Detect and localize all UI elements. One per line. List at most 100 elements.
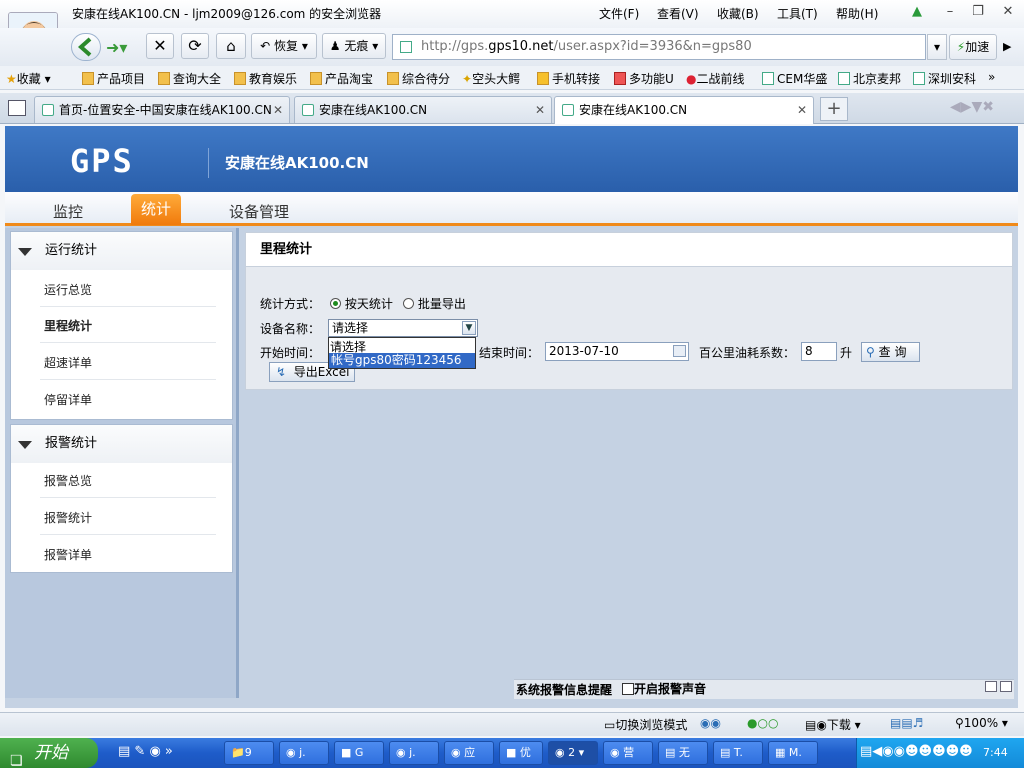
menu-favorites[interactable]: 收藏(B): [717, 5, 759, 22]
taskbar-item[interactable]: ◉ j.: [279, 741, 329, 765]
go-icon[interactable]: ▶: [1003, 40, 1011, 53]
excel-icon: ▦: [775, 746, 786, 759]
fav-more-icon[interactable]: »: [988, 70, 995, 84]
menu-view[interactable]: 查看(V): [657, 5, 699, 22]
start-button[interactable]: ❏ 开始: [0, 738, 98, 768]
app-icon: ◉: [610, 746, 620, 759]
download-button[interactable]: ▤◉下载 ▾: [805, 716, 861, 733]
taskbar-item[interactable]: ◉ j.: [389, 741, 439, 765]
end-time-input[interactable]: 2013-07-10: [545, 342, 689, 361]
fuel-input[interactable]: 8: [801, 342, 837, 361]
taskbar-item[interactable]: ◉ 营: [603, 741, 653, 765]
tab-3-active[interactable]: 安康在线AK100.CN ✕: [554, 96, 814, 124]
menu-help[interactable]: 帮助(H): [836, 5, 878, 22]
checkbox-icon: [622, 683, 634, 695]
device-select[interactable]: 请选择 ▼: [328, 319, 478, 337]
restore-button[interactable]: ↶ 恢复 ▾: [251, 33, 317, 59]
tab-close-icon[interactable]: ✕: [273, 97, 283, 123]
calendar-icon[interactable]: [673, 345, 686, 357]
device-label: 设备名称：: [260, 322, 321, 336]
favorites-menu[interactable]: ★收藏 ▾: [6, 70, 51, 87]
folder-icon: [387, 72, 399, 85]
sidebar-toggle-icon[interactable]: [8, 100, 26, 116]
sidebar-item-alarm-overview[interactable]: 报警总览: [44, 472, 92, 489]
page-icon: [762, 72, 774, 85]
taskbar-item[interactable]: ▦ M.: [768, 741, 818, 765]
sidebar-item-alarm-details[interactable]: 报警详单: [44, 546, 92, 563]
fav-item[interactable]: 产品项目: [82, 70, 145, 87]
app-icon: ■: [506, 746, 517, 759]
query-button[interactable]: ⚲ 查 询: [861, 342, 920, 362]
maximize-button[interactable]: ❐: [968, 4, 988, 22]
ie-icon[interactable]: ◉◉: [700, 716, 721, 730]
taskbar-item[interactable]: ▤ 无: [658, 741, 708, 765]
fav-item[interactable]: 教育娱乐: [234, 70, 297, 87]
toggle-icon[interactable]: ●○○: [747, 716, 778, 730]
fav-item[interactable]: 北京麦邦: [838, 70, 901, 87]
divider: [40, 306, 216, 307]
fav-item[interactable]: 查询大全: [158, 70, 221, 87]
menu-monitor[interactable]: 监控: [53, 201, 83, 222]
fav-item[interactable]: ●二战前线: [686, 70, 745, 87]
chevron-down-icon[interactable]: ▼: [462, 321, 476, 335]
fav-item[interactable]: 手机转接: [537, 70, 600, 87]
sidebar-item-alarm-stats[interactable]: 报警统计: [44, 509, 92, 526]
forward-icon[interactable]: ➜▾: [106, 38, 127, 57]
close-button[interactable]: ✕: [998, 4, 1018, 22]
menu-stats-active[interactable]: 统计: [131, 194, 181, 225]
tab-nav-icons[interactable]: ◀▶▼✖: [950, 99, 994, 115]
notrace-button[interactable]: ♟ 无痕 ▾: [322, 33, 386, 59]
fav-item[interactable]: CEM华盛: [762, 70, 827, 87]
tab-2[interactable]: 安康在线AK100.CN ✕: [294, 96, 552, 123]
address-bar[interactable]: http://gps.gps10.net/user.aspx?id=3936&n…: [392, 34, 926, 60]
fav-item[interactable]: 多功能U: [614, 70, 674, 87]
back-button[interactable]: [71, 33, 101, 61]
address-dropdown-button[interactable]: ▾: [927, 34, 947, 60]
sidebar-item-run-overview[interactable]: 运行总览: [44, 281, 92, 298]
tab-1[interactable]: 首页-位置安全-中国安康在线AK100.CN ✕: [34, 96, 290, 123]
menu-tools[interactable]: 工具(T): [777, 5, 818, 22]
pin-icon: ●: [686, 72, 697, 86]
mode-daily-radio[interactable]: 按天统计: [330, 295, 393, 312]
fav-item[interactable]: ✦空头大鳄: [462, 70, 520, 87]
sidebar-item-stops[interactable]: 停留详单: [44, 391, 92, 408]
sidebar-item-mileage-active[interactable]: 里程统计: [44, 317, 92, 334]
zoom-control[interactable]: ⚲100% ▾: [955, 716, 1008, 730]
fav-item[interactable]: 深圳安科: [913, 70, 976, 87]
tab-close-icon[interactable]: ✕: [797, 97, 807, 123]
mode-batch-radio[interactable]: 批量导出: [403, 295, 466, 312]
menu-file[interactable]: 文件(F): [599, 5, 639, 22]
browser-icon: ◉: [555, 746, 565, 759]
tab-close-icon[interactable]: ✕: [535, 97, 545, 123]
quicklaunch-icons[interactable]: ▤ ✎ ◉ »: [118, 744, 173, 759]
maximize-panel-icon[interactable]: [1000, 681, 1012, 692]
sidebar-item-overspeed[interactable]: 超速详单: [44, 354, 92, 371]
taskbar-item[interactable]: ▤ T.: [713, 741, 763, 765]
page-icon: [302, 104, 314, 116]
fav-item[interactable]: 产品淘宝: [310, 70, 373, 87]
minimize-button[interactable]: –: [940, 4, 960, 22]
page-icon: [42, 104, 54, 116]
minimize-panel-icon[interactable]: [985, 681, 997, 692]
refresh-button[interactable]: ⟳: [181, 33, 209, 59]
alarm-sound-checkbox[interactable]: 开启报警声音: [622, 680, 706, 697]
window-title: 安康在线AK100.CN - ljm2009@126.com 的安全浏览器: [72, 7, 382, 21]
taskbar-item-active[interactable]: ◉ 2 ▾: [548, 741, 598, 765]
skin-icon[interactable]: ▲: [907, 4, 927, 22]
sidebar-group-run-header[interactable]: 运行统计: [11, 232, 232, 270]
status-icons[interactable]: ▤▤♬: [890, 716, 923, 730]
switch-mode-button[interactable]: ▭切换浏览模式: [604, 716, 687, 733]
stop-button[interactable]: ✕: [146, 33, 174, 59]
sidebar-group-alarm-header[interactable]: 报警统计: [11, 425, 232, 463]
tray-icons[interactable]: ▤◀◉◉☻☻☻☻☻: [860, 744, 973, 759]
taskbar-item[interactable]: ■ 优: [499, 741, 543, 765]
new-tab-button[interactable]: +: [820, 97, 848, 121]
dropdown-option-highlighted[interactable]: 帐号gps80密码123456: [329, 353, 475, 368]
taskbar-item[interactable]: 📁9: [224, 741, 274, 765]
fav-item[interactable]: 综合待分: [387, 70, 450, 87]
home-button[interactable]: ⌂: [216, 33, 246, 59]
menu-devices[interactable]: 设备管理: [229, 201, 289, 222]
speed-button[interactable]: ⚡加速: [949, 34, 997, 60]
taskbar-item[interactable]: ◉ 应: [444, 741, 494, 765]
taskbar-item[interactable]: ■ G: [334, 741, 384, 765]
